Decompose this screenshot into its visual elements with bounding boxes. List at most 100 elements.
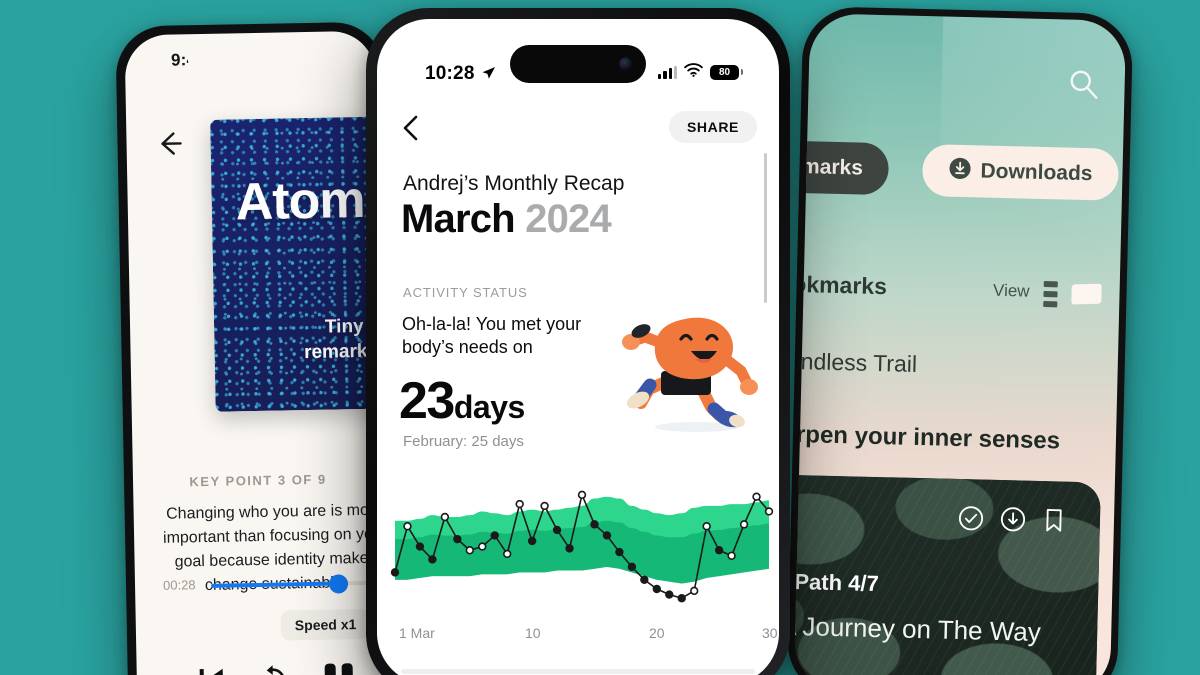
section-label: ACTIVITY STATUS	[403, 285, 528, 300]
elapsed-time: 00:28	[162, 577, 196, 593]
chart-data-point	[602, 531, 612, 540]
year-label: 2024	[525, 197, 612, 241]
activity-metric: 23days	[399, 371, 525, 431]
running-blob-mascot-icon	[619, 311, 763, 437]
rewind-5-icon[interactable]: 5	[255, 662, 292, 675]
home-indicator	[401, 669, 755, 674]
center-phone-screen: 10:28 80 SHARE Andrej’s Monthly Recap Ma…	[377, 19, 779, 675]
chart-data-point	[739, 520, 749, 529]
chart-data-point	[752, 492, 761, 501]
chart-data-point	[440, 512, 450, 522]
check-circle-icon[interactable]	[958, 505, 985, 537]
chip-bookmarks[interactable]: Bookmarks	[793, 139, 890, 196]
bookmark-icon[interactable]	[1042, 507, 1067, 539]
chart-x-axis: 1 Mar 10 20 30	[377, 625, 779, 645]
signal-bars-icon	[658, 66, 677, 79]
key-point-label: KEY POINT 3 OF 9	[189, 471, 327, 490]
view-label[interactable]: View	[993, 281, 1030, 302]
recap-title: Andrej’s Monthly Recap	[403, 172, 625, 195]
chart-data-point	[690, 586, 699, 596]
chip-downloads[interactable]: Downloads	[921, 144, 1120, 201]
left-phone-screen: 9:41 Atomic Habits Tiny changes, remarka…	[124, 30, 388, 675]
chart-data-point	[590, 520, 599, 529]
chip-downloads-label: Downloads	[980, 159, 1093, 186]
right-phone-screen: Bookmarks Downloads Bookmarks View Bound…	[793, 13, 1127, 675]
list-header: Bookmarks View	[794, 270, 1102, 314]
list-item-2[interactable]: Sharpen your inner senses	[794, 420, 1061, 456]
card-counter: Path 4/7	[794, 569, 880, 597]
list-item-1[interactable]: Boundless Trail	[794, 347, 918, 378]
chart-data-point	[640, 575, 649, 584]
chart-data-point	[677, 594, 686, 603]
featured-card[interactable]: Path 4/7 A Journey on The Way	[793, 473, 1101, 675]
chart-data-point	[627, 562, 637, 572]
wifi-icon	[684, 63, 703, 82]
player-controls[interactable]: 5	[167, 659, 388, 675]
chart-data-point	[552, 525, 562, 535]
chart-data-point	[727, 551, 736, 560]
left-phone: 9:41 Atomic Habits Tiny changes, remarka…	[115, 21, 397, 675]
tag-icon[interactable]	[1071, 283, 1102, 305]
card-caption: A Journey on The Way	[793, 610, 1042, 648]
page-title: March 2024	[401, 197, 612, 242]
download-circle-icon[interactable]	[1000, 506, 1027, 538]
card-action-icons[interactable]	[958, 505, 1067, 539]
book-cover[interactable]: Atomic Habits Tiny changes, remarkable r…	[210, 115, 388, 412]
chart-svg	[390, 490, 774, 603]
month-label: March	[401, 197, 516, 241]
x-tick-1: 10	[525, 625, 541, 641]
pause-icon[interactable]	[322, 661, 357, 675]
slider-fill	[211, 581, 338, 588]
status-indicators: 80	[658, 63, 743, 82]
x-tick-3: 30	[762, 625, 778, 641]
chart-data-point	[453, 534, 462, 544]
chart-data-point	[577, 490, 587, 500]
arrow-left-icon[interactable]	[152, 126, 187, 161]
right-phone: Bookmarks Downloads Bookmarks View Bound…	[786, 6, 1134, 675]
chart-data-point	[515, 499, 524, 509]
chart-data-point	[478, 542, 487, 551]
chart-data-point	[502, 549, 512, 559]
chart-data-point	[652, 584, 661, 594]
share-button[interactable]: SHARE	[668, 111, 757, 143]
chart-data-point	[465, 546, 475, 555]
activity-metric-unit: days	[453, 389, 525, 425]
playback-slider[interactable]: 00:28	[163, 572, 388, 597]
dynamic-island	[510, 45, 646, 83]
chart-data-point	[714, 546, 724, 555]
list-header-title: Bookmarks	[793, 270, 888, 300]
search-icon[interactable]	[1066, 68, 1101, 103]
status-bar: 9:41	[125, 45, 375, 79]
front-camera-icon	[619, 57, 632, 71]
chart-data-point	[490, 531, 499, 540]
battery-indicator: 80	[710, 65, 743, 80]
chart-data-point	[390, 568, 400, 577]
chart-data-point	[403, 522, 412, 531]
chart-data-point	[702, 522, 711, 531]
wallpaper-background: Bookmarks Downloads Bookmarks View Bound…	[0, 0, 1200, 675]
chart-data-point	[665, 590, 674, 599]
activity-metric-value: 23	[399, 372, 455, 430]
list-view-icon[interactable]	[1043, 281, 1058, 308]
status-time: 10:28	[425, 63, 475, 84]
screen-notch	[187, 45, 313, 79]
previous-month-value: February: 25 days	[403, 433, 524, 450]
chart-data-point	[428, 555, 437, 564]
filter-chip-row[interactable]: Bookmarks Downloads	[793, 139, 1126, 206]
location-arrow-icon	[481, 66, 496, 81]
previous-track-icon[interactable]	[195, 664, 230, 675]
download-circle-icon	[948, 156, 972, 186]
activity-lead-text: Oh-la-la! You met your body’s needs on	[402, 314, 582, 358]
chevron-left-icon[interactable]	[397, 113, 427, 143]
chart-data-point	[615, 547, 624, 557]
speed-button[interactable]: Speed x1	[280, 608, 371, 641]
x-tick-0: 1 Mar	[399, 625, 435, 641]
chart-data-point	[527, 536, 537, 546]
chart-data-point	[764, 507, 774, 516]
activity-chart	[377, 459, 779, 619]
center-phone: 10:28 80 SHARE Andrej’s Monthly Recap Ma…	[366, 8, 790, 675]
slider-knob[interactable]	[328, 574, 349, 594]
x-tick-2: 20	[649, 625, 665, 641]
chart-data-point	[415, 542, 425, 551]
scrollbar[interactable]	[764, 153, 767, 303]
